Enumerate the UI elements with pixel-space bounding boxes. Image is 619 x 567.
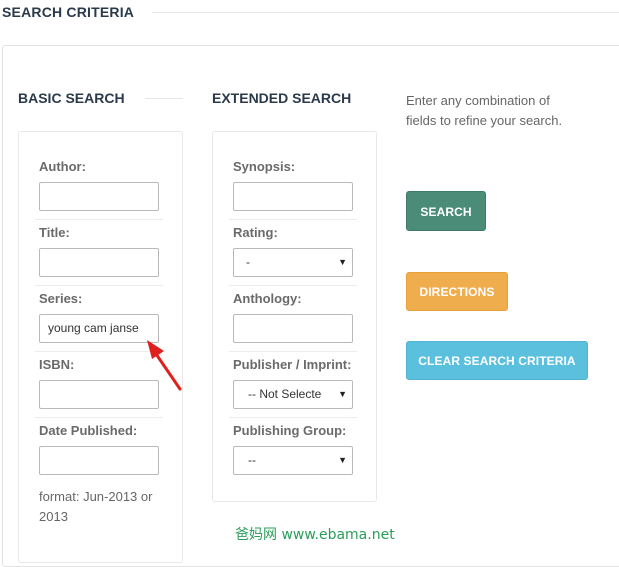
field-divider	[35, 285, 163, 286]
rating-selected-value: -	[246, 255, 250, 269]
basic-search-title: BASIC SEARCH	[18, 90, 125, 106]
synopsis-input[interactable]	[233, 182, 353, 211]
page-title: SEARCH CRITERIA	[2, 4, 135, 20]
synopsis-label: Synopsis:	[233, 159, 296, 174]
anthology-label: Anthology:	[233, 291, 302, 306]
publishing-group-selected-value: --	[248, 453, 256, 467]
red-arrow-icon	[147, 340, 182, 391]
field-divider	[229, 285, 357, 286]
dropdown-arrow-icon: ▼	[338, 257, 347, 267]
extended-search-title: EXTENDED SEARCH	[212, 90, 352, 106]
author-input[interactable]	[39, 182, 159, 211]
watermark: 爸妈网 www.ebama.net	[235, 527, 395, 543]
publisher-selected-value: -- Not Selecte	[248, 387, 322, 401]
author-label: Author:	[39, 159, 86, 174]
field-divider	[35, 417, 163, 418]
rating-select[interactable]: - ▼	[233, 248, 353, 277]
search-button[interactable]: SEARCH	[406, 191, 486, 231]
publisher-label: Publisher / Imprint:	[233, 357, 352, 372]
rating-label: Rating:	[233, 225, 278, 240]
dropdown-arrow-icon: ▼	[338, 455, 347, 465]
field-divider	[229, 417, 357, 418]
field-divider	[35, 219, 163, 220]
series-label: Series:	[39, 291, 83, 306]
publisher-select[interactable]: -- Not Selecte ▼	[233, 380, 353, 409]
isbn-label: ISBN:	[39, 357, 75, 372]
directions-button[interactable]: DIRECTIONS	[406, 272, 508, 311]
date-published-label: Date Published:	[39, 423, 138, 438]
clear-search-criteria-button[interactable]: CLEAR SEARCH CRITERIA	[406, 341, 588, 380]
field-divider	[229, 219, 357, 220]
publishing-group-select[interactable]: -- ▼	[233, 446, 353, 475]
title-label: Title:	[39, 225, 70, 240]
title-input[interactable]	[39, 248, 159, 277]
field-divider	[229, 351, 357, 352]
anthology-input[interactable]	[233, 314, 353, 343]
date-published-input[interactable]	[39, 446, 159, 475]
help-text: Enter any combination of fields to refin…	[406, 93, 563, 128]
dropdown-arrow-icon: ▼	[338, 389, 347, 399]
basic-search-divider	[145, 98, 183, 99]
publishing-group-label: Publishing Group:	[233, 423, 347, 438]
date-format-hint: format: Jun-2013 or 2013	[39, 489, 153, 524]
header-divider	[152, 12, 619, 13]
